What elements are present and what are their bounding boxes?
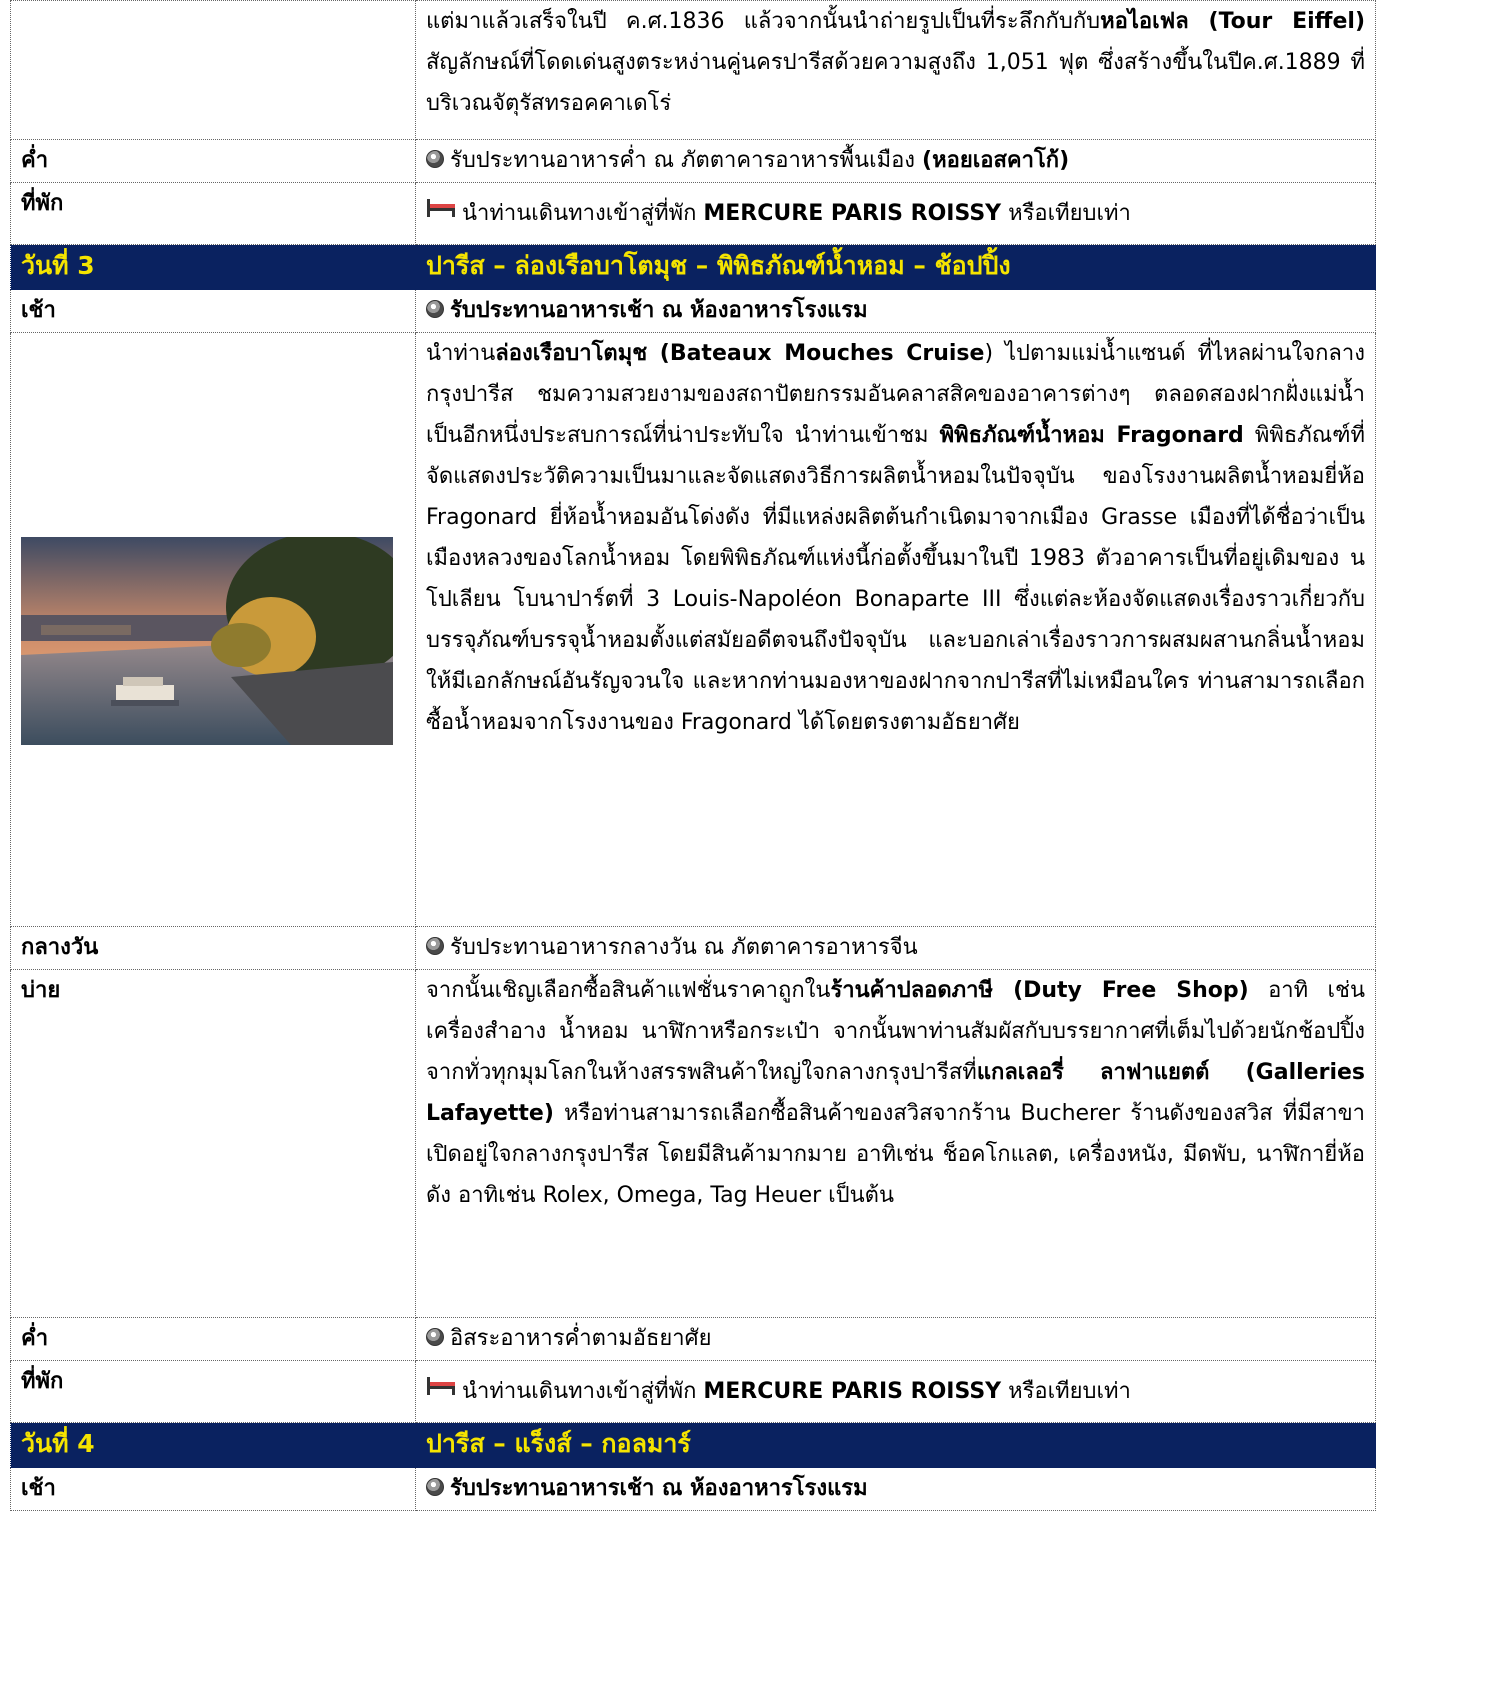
- breakfast-text: รับประทานอาหารเช้า ณ ห้องอาหารโรงแรม: [415, 1467, 1376, 1511]
- meal-icon: [426, 1328, 444, 1346]
- hotel-text: นำท่านเดินทางเข้าสู่ที่พัก MERCURE PARIS…: [415, 182, 1376, 245]
- meal-label: กลางวัน: [10, 926, 416, 970]
- itinerary-row: ค่ำ อิสระอาหารค่ำตามอัธยาศัย: [10, 1317, 1376, 1361]
- meal-label: ค่ำ: [10, 139, 416, 183]
- itinerary-text: แต่มาแล้วเสร็จในปี ค.ศ.1836 แล้วจากนั้นน…: [415, 0, 1376, 140]
- dinner-text: อิสระอาหารค่ำตามอัธยาศัย: [415, 1317, 1376, 1361]
- bed-icon: [427, 199, 455, 217]
- meal-icon: [426, 1478, 444, 1496]
- hotel-label: ที่พัก: [10, 182, 416, 245]
- day-label: วันที่ 4: [10, 1422, 416, 1468]
- dinner-text: รับประทานอาหารค่ำ ณ ภัตตาคารอาหารพื้นเมื…: [415, 139, 1376, 183]
- meal-icon: [426, 937, 444, 955]
- day-header-row: วันที่ 4 ปารีส – แร็งส์ – กอลมาร์: [10, 1422, 1376, 1468]
- itinerary-row: นำท่านล่องเรือบาโตมุช (Bateaux Mouches C…: [10, 332, 1376, 927]
- itinerary-row: ที่พัก นำท่านเดินทางเข้าสู่ที่พัก MERCUR…: [10, 1360, 1376, 1423]
- meal-icon: [426, 150, 444, 168]
- day-header-row: วันที่ 3 ปารีส – ล่องเรือบาโตมุช – พิพิธ…: [10, 244, 1376, 290]
- shopping-text: จากนั้นเชิญเลือกซื้อสินค้าแฟชั่นราคาถูกใ…: [415, 969, 1376, 1318]
- hotel-label: ที่พัก: [10, 1360, 416, 1423]
- itinerary-row: เช้า รับประทานอาหารเช้า ณ ห้องอาหารโรงแร…: [10, 289, 1376, 333]
- day-title: ปารีส – แร็งส์ – กอลมาร์: [415, 1422, 1376, 1468]
- meal-icon: [426, 300, 444, 318]
- seine-river-photo: [21, 536, 393, 745]
- lunch-text: รับประทานอาหารกลางวัน ณ ภัตตาคารอาหารจีน: [415, 926, 1376, 970]
- day-label: วันที่ 3: [10, 244, 416, 290]
- cruise-museum-text: นำท่านล่องเรือบาโตมุช (Bateaux Mouches C…: [415, 332, 1376, 927]
- itinerary-row: เช้า รับประทานอาหารเช้า ณ ห้องอาหารโรงแร…: [10, 1467, 1376, 1511]
- itinerary-row: บ่าย จากนั้นเชิญเลือกซื้อสินค้าแฟชั่นราค…: [10, 969, 1376, 1318]
- photo-cell: [10, 332, 416, 927]
- itinerary-row: แต่มาแล้วเสร็จในปี ค.ศ.1836 แล้วจากนั้นน…: [10, 0, 1376, 140]
- bed-icon: [427, 1377, 455, 1395]
- day-title: ปารีส – ล่องเรือบาโตมุช – พิพิธภัณฑ์น้ำห…: [415, 244, 1376, 290]
- breakfast-text: รับประทานอาหารเช้า ณ ห้องอาหารโรงแรม: [415, 289, 1376, 333]
- itinerary-table: แต่มาแล้วเสร็จในปี ค.ศ.1836 แล้วจากนั้นน…: [10, 0, 1376, 1511]
- hotel-text: นำท่านเดินทางเข้าสู่ที่พัก MERCURE PARIS…: [415, 1360, 1376, 1423]
- itinerary-row: ค่ำ รับประทานอาหารค่ำ ณ ภัตตาคารอาหารพื้…: [10, 139, 1376, 183]
- itinerary-row: ที่พัก นำท่านเดินทางเข้าสู่ที่พัก MERCUR…: [10, 182, 1376, 245]
- meal-label: เช้า: [10, 1467, 416, 1511]
- meal-label: ค่ำ: [10, 1317, 416, 1361]
- afternoon-label: บ่าย: [10, 969, 416, 1318]
- row-label-empty: [10, 0, 416, 140]
- itinerary-row: กลางวัน รับประทานอาหารกลางวัน ณ ภัตตาคาร…: [10, 926, 1376, 970]
- meal-label: เช้า: [10, 289, 416, 333]
